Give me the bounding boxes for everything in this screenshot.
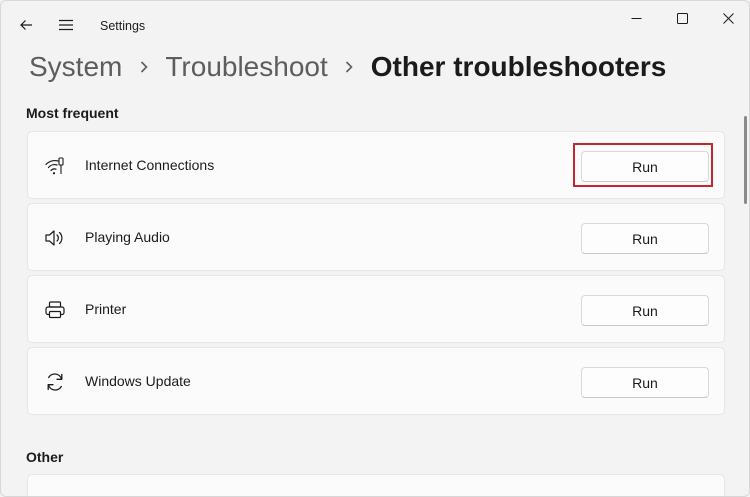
close-button[interactable] <box>705 1 749 35</box>
troubleshooter-playing-audio: Playing Audio Run <box>27 203 725 271</box>
back-arrow-icon <box>20 20 32 30</box>
speaker-icon <box>43 226 67 250</box>
minimize-icon <box>631 17 641 19</box>
troubleshooter-printer: Printer Run <box>27 275 725 343</box>
run-button-windows-update[interactable]: Run <box>581 367 709 398</box>
hamburger-icon <box>59 19 73 31</box>
troubleshooter-label: Printer <box>85 301 127 317</box>
back-button[interactable] <box>11 9 41 41</box>
maximize-icon <box>676 12 688 24</box>
close-icon <box>722 12 734 24</box>
title-bar: Settings <box>1 1 749 49</box>
section-heading-most-frequent: Most frequent <box>26 105 119 121</box>
sync-icon <box>43 370 67 394</box>
troubleshooter-label: Playing Audio <box>85 229 170 245</box>
troubleshooter-label: Internet Connections <box>85 157 215 173</box>
breadcrumb-system[interactable]: System <box>29 51 122 83</box>
troubleshooter-internet-connections: Internet Connections Run <box>27 131 725 199</box>
maximize-button[interactable] <box>659 1 705 35</box>
settings-window: Settings System Troubleshoot Other troub… <box>0 0 750 497</box>
breadcrumb-separator <box>328 60 371 74</box>
troubleshooter-label: Windows Update <box>85 373 191 389</box>
section-heading-other: Other <box>26 449 64 465</box>
scrollbar[interactable] <box>744 116 747 204</box>
troubleshooter-windows-update: Windows Update Run <box>27 347 725 415</box>
chevron-right-icon <box>346 61 353 73</box>
breadcrumb-troubleshoot[interactable]: Troubleshoot <box>165 51 327 83</box>
breadcrumb: System Troubleshoot Other troubleshooter… <box>29 47 666 87</box>
menu-button[interactable] <box>51 9 81 41</box>
troubleshooter-partial <box>27 474 725 496</box>
minimize-button[interactable] <box>613 1 659 35</box>
chevron-right-icon <box>140 61 148 73</box>
run-button-internet-connections[interactable]: Run <box>581 151 709 182</box>
run-button-printer[interactable]: Run <box>581 295 709 326</box>
printer-icon <box>43 298 67 322</box>
page-title: Other troubleshooters <box>370 51 667 82</box>
breadcrumb-separator <box>122 60 165 74</box>
app-title: Settings <box>100 19 146 33</box>
run-button-playing-audio[interactable]: Run <box>581 223 709 254</box>
wifi-icon <box>43 154 67 178</box>
